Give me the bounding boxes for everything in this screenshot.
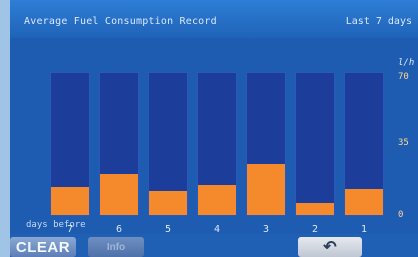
y-tick-max: 70	[398, 72, 409, 82]
unit-label: l/h	[398, 58, 415, 68]
bar-track-6	[99, 72, 139, 216]
fuel-chart: l/h 70 35 0 days before 7654321	[10, 38, 418, 235]
info-button[interactable]: Info	[88, 237, 144, 257]
back-arrow-icon: ↶	[323, 239, 337, 256]
screen-title: Average Fuel Consumption Record	[24, 16, 217, 27]
bar-track-2	[295, 72, 335, 216]
period-label: Last 7 days	[345, 16, 412, 27]
title-bar: Average Fuel Consumption Record Last 7 d…	[10, 0, 418, 38]
bar-track-5	[148, 72, 188, 216]
bar-track-4	[197, 72, 237, 216]
bar-value-5	[149, 191, 187, 215]
bar-value-6	[100, 174, 138, 215]
y-tick-mid: 35	[398, 138, 409, 148]
footer-bar: CLEAR Info ↶	[10, 234, 418, 257]
back-button[interactable]: ↶	[298, 237, 362, 257]
bar-track-3	[246, 72, 286, 216]
fuel-consumption-screen: Average Fuel Consumption Record Last 7 d…	[10, 0, 418, 257]
bar-value-1	[345, 189, 383, 215]
bar-value-4	[198, 185, 236, 215]
bar-track-7	[50, 72, 90, 216]
bar-value-3	[247, 164, 285, 215]
y-tick-zero: 0	[398, 210, 404, 220]
clear-button[interactable]: CLEAR	[10, 237, 76, 257]
bar-value-2	[296, 203, 334, 215]
bar-value-7	[51, 187, 89, 215]
bar-track-1	[344, 72, 384, 216]
